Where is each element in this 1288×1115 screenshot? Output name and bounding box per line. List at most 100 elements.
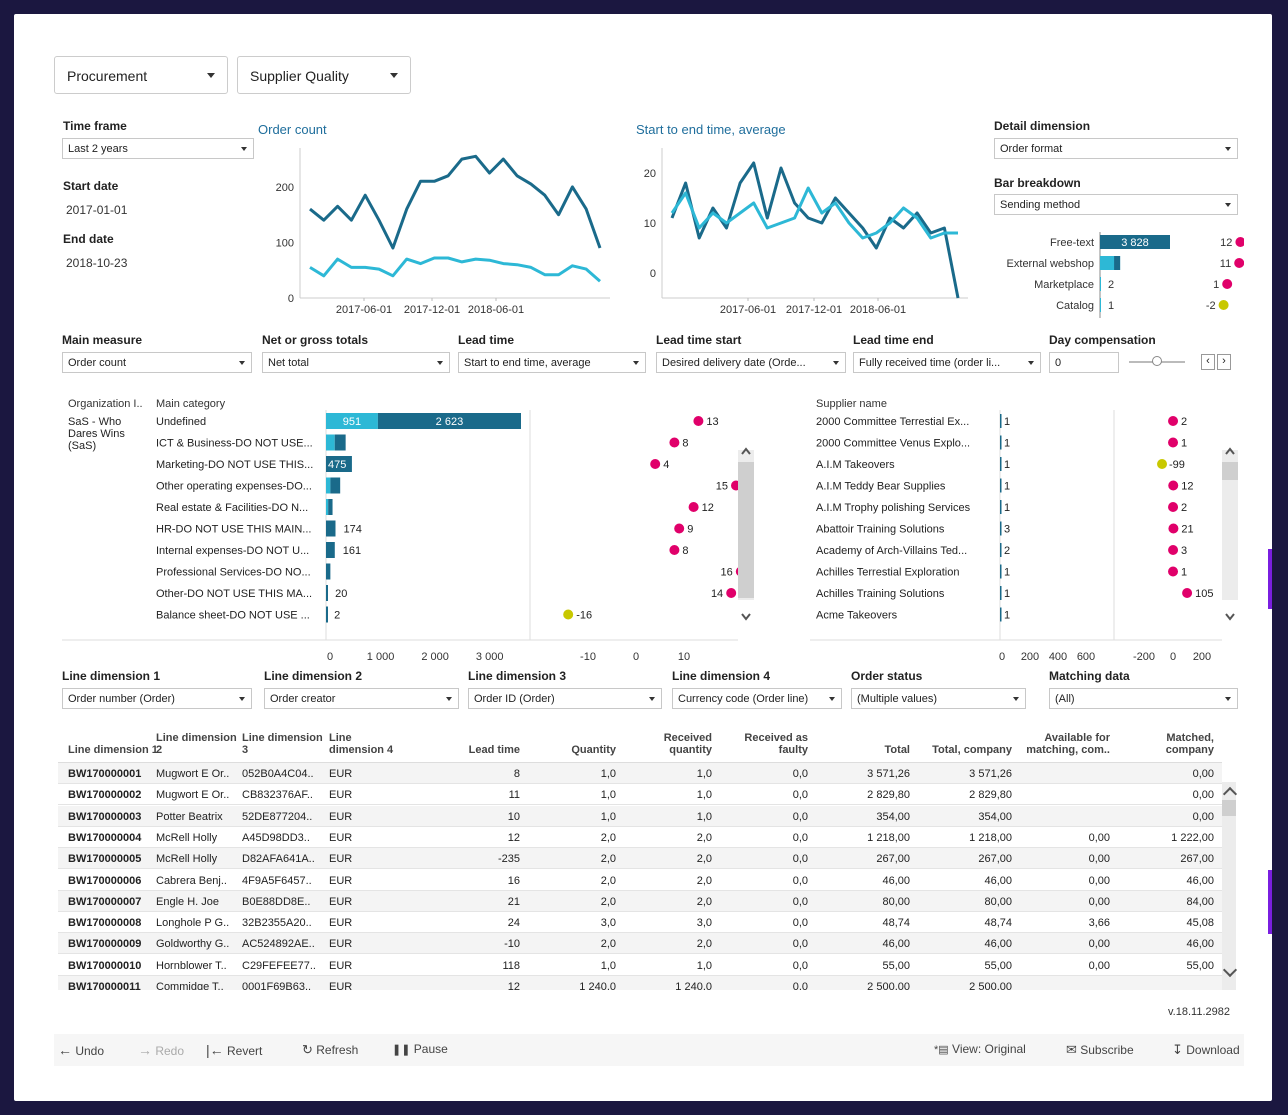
supplier-dot bbox=[1168, 480, 1179, 491]
bar-tick-label: 2 000 bbox=[421, 651, 449, 663]
table-cell: 2,0 bbox=[696, 853, 712, 866]
end-date-value: 2018-10-23 bbox=[66, 256, 128, 270]
table-header-label: Available for matching, com.. bbox=[1026, 732, 1110, 756]
table-cell: D82AFA641A.. bbox=[242, 853, 315, 866]
line-filter-select-1[interactable]: Order creator bbox=[264, 688, 459, 709]
scroll-down-icon bbox=[1225, 613, 1235, 621]
table-header-8[interactable]: Total bbox=[828, 728, 910, 756]
dot-tick-label: 0 bbox=[633, 651, 639, 663]
view-original-button[interactable]: *▤ View: Original bbox=[934, 1042, 1026, 1056]
line-filter-select-3[interactable]: Currency code (Order line) bbox=[672, 688, 842, 709]
table-cell: 0,00 bbox=[1088, 959, 1110, 972]
table-cell: EUR bbox=[329, 895, 353, 908]
line-filter-label-2: Line dimension 3 bbox=[468, 669, 567, 683]
measure-select-0[interactable]: Order count bbox=[62, 352, 252, 373]
table-row[interactable]: BW170000005 McRell Holly D82AFA641A.. EUR -2… bbox=[58, 848, 1222, 870]
table-cell: 2,0 bbox=[600, 895, 616, 908]
y-tick-label: 20 bbox=[644, 168, 656, 180]
table-row[interactable]: BW170000006 Cabrera Benj.. 4F9A5F6457.. EUR… bbox=[58, 870, 1222, 891]
x-tick-label: 2018-06-01 bbox=[468, 304, 524, 316]
table-row[interactable]: BW170000008 Longhole P G.. 32B2355A20.. EUR… bbox=[58, 912, 1222, 934]
supplier-value: 1 bbox=[1004, 481, 1010, 493]
table-row[interactable]: BW170000010 Hornblower T.. C29FEFEE77.. EUR… bbox=[58, 955, 1222, 976]
bar-tick-label: 200 bbox=[1021, 651, 1039, 663]
category-bar-a bbox=[326, 499, 329, 515]
supplier-name: 2000 Committee Venus Explo... bbox=[816, 438, 970, 450]
table-header-0[interactable]: Line dimension 1 bbox=[68, 728, 158, 756]
undo-button[interactable]: ← Undo bbox=[58, 1042, 104, 1058]
table-cell: EUR bbox=[329, 789, 353, 802]
measure-select-3[interactable]: Desired delivery date (Orde... bbox=[656, 352, 846, 373]
table-cell: EUR bbox=[329, 831, 353, 844]
measure-select-4[interactable]: Fully received time (order li... bbox=[853, 352, 1041, 373]
table-header-3[interactable]: Line dimension 4 bbox=[329, 728, 409, 756]
procurement-dropdown[interactable]: Procurement bbox=[54, 56, 228, 94]
category-dot bbox=[650, 459, 661, 469]
line-filter-select-2[interactable]: Order ID (Order) bbox=[468, 688, 662, 709]
table-header-1[interactable]: Line dimension 2 bbox=[156, 728, 244, 756]
table-cell: 84,00 bbox=[1186, 895, 1214, 908]
detail-dimension-select[interactable]: Order format bbox=[994, 138, 1238, 159]
breakdown-bar-label: 3 828 bbox=[1121, 237, 1149, 249]
bar-breakdown-select[interactable]: Sending method bbox=[994, 194, 1238, 215]
table-scrollbar-thumb[interactable] bbox=[1222, 800, 1236, 816]
table-header-7[interactable]: Received as faulty bbox=[716, 728, 808, 756]
day-compensation-decrement[interactable]: ‹ bbox=[1201, 354, 1215, 370]
table-header-11[interactable]: Matched, company bbox=[1118, 728, 1214, 756]
measure-label-1: Net or gross totals bbox=[262, 333, 369, 347]
table-cell: 0,0 bbox=[792, 895, 808, 908]
data-table: BW170000001 Mugwort E Or.. 052B0A4C04.. EUR… bbox=[58, 762, 1222, 990]
measure-select-1[interactable]: Net total bbox=[262, 352, 450, 373]
table-header-10[interactable]: Available for matching, com.. bbox=[1018, 728, 1110, 756]
table-cell: 0001F69B63.. bbox=[242, 981, 312, 990]
table-cell: 1 240,0 bbox=[675, 981, 712, 990]
table-row[interactable]: BW170000004 McRell Holly A45D98DD3.. EUR 12 2… bbox=[58, 827, 1222, 848]
table-header-label: Line dimension 1 bbox=[68, 744, 158, 756]
line-filter-label-1: Line dimension 2 bbox=[264, 669, 363, 683]
table-header-6[interactable]: Received quantity bbox=[620, 728, 712, 756]
table-row[interactable]: BW170000011 Commidge T.. 0001F69B63.. EUR 12… bbox=[58, 976, 1222, 990]
table-cell: 0,0 bbox=[792, 981, 808, 990]
supplier-value: 1 bbox=[1004, 567, 1010, 579]
download-button[interactable]: ↧ Download bbox=[1172, 1042, 1240, 1058]
day-compensation-increment[interactable]: › bbox=[1217, 354, 1231, 370]
supplier-dot-label: 2 bbox=[1181, 416, 1187, 428]
day-compensation-slider-handle[interactable] bbox=[1152, 356, 1162, 366]
line-filter-select-0[interactable]: Order number (Order) bbox=[62, 688, 252, 709]
table-row[interactable]: BW170000001 Mugwort E Or.. 052B0A4C04.. EUR… bbox=[58, 763, 1222, 784]
category-bar-b bbox=[326, 542, 335, 558]
time-frame-select[interactable]: Last 2 years bbox=[62, 138, 254, 159]
pause-button[interactable]: ❚❚ Pause bbox=[392, 1042, 448, 1056]
category-bar-b bbox=[334, 434, 346, 451]
table-cell: 46,00 bbox=[1186, 874, 1214, 887]
table-header-5[interactable]: Quantity bbox=[524, 728, 616, 756]
table-row[interactable]: BW170000002 Mugwort E Or.. CB832376AF.. EUR… bbox=[58, 784, 1222, 806]
supplier-dot bbox=[1168, 416, 1179, 426]
chevron-down-icon bbox=[239, 697, 245, 701]
table-header-9[interactable]: Total, company bbox=[916, 728, 1012, 756]
table-cell: Mugwort E Or.. bbox=[156, 789, 230, 802]
table-cell: 2,0 bbox=[696, 938, 712, 951]
measure-select-2[interactable]: Start to end time, average bbox=[458, 352, 646, 373]
table-row[interactable]: BW170000009 Goldworthy G.. AC524892AE.. EUR… bbox=[58, 933, 1222, 955]
table-row[interactable]: BW170000003 Potter Beatrix 52DE877204.. EUR… bbox=[58, 805, 1222, 827]
supplier-name: A.I.M Trophy polishing Services bbox=[816, 502, 971, 514]
table-cell: 55,00 bbox=[882, 959, 910, 972]
revert-button[interactable]: |← Revert bbox=[206, 1042, 262, 1058]
measure-select-5[interactable]: 0 bbox=[1049, 352, 1119, 373]
line-filter-select-5[interactable]: (All) bbox=[1049, 688, 1238, 709]
breakdown-dot-label: 1 bbox=[1213, 279, 1219, 291]
table-header-4[interactable]: Lead time bbox=[428, 728, 520, 756]
refresh-button[interactable]: ↻ Refresh bbox=[302, 1042, 358, 1058]
supplier-quality-dropdown[interactable]: Supplier Quality bbox=[237, 56, 411, 94]
start-date-value: 2017-01-01 bbox=[66, 203, 128, 217]
line-filter-select-4[interactable]: (Multiple values) bbox=[851, 688, 1026, 709]
table-header-label: Received quantity bbox=[663, 732, 712, 756]
subscribe-button[interactable]: ✉ Subscribe bbox=[1066, 1042, 1134, 1058]
table-header-2[interactable]: Line dimension 3 bbox=[242, 728, 330, 756]
table-cell: 55,00 bbox=[984, 959, 1012, 972]
breakdown-dot bbox=[1222, 279, 1233, 289]
dot-value-label: 9 bbox=[687, 524, 693, 536]
redo-button[interactable]: → Redo bbox=[138, 1042, 184, 1058]
table-row[interactable]: BW170000007 Engle H. Joe B0E88DD8E.. EUR 21 2… bbox=[58, 890, 1222, 912]
